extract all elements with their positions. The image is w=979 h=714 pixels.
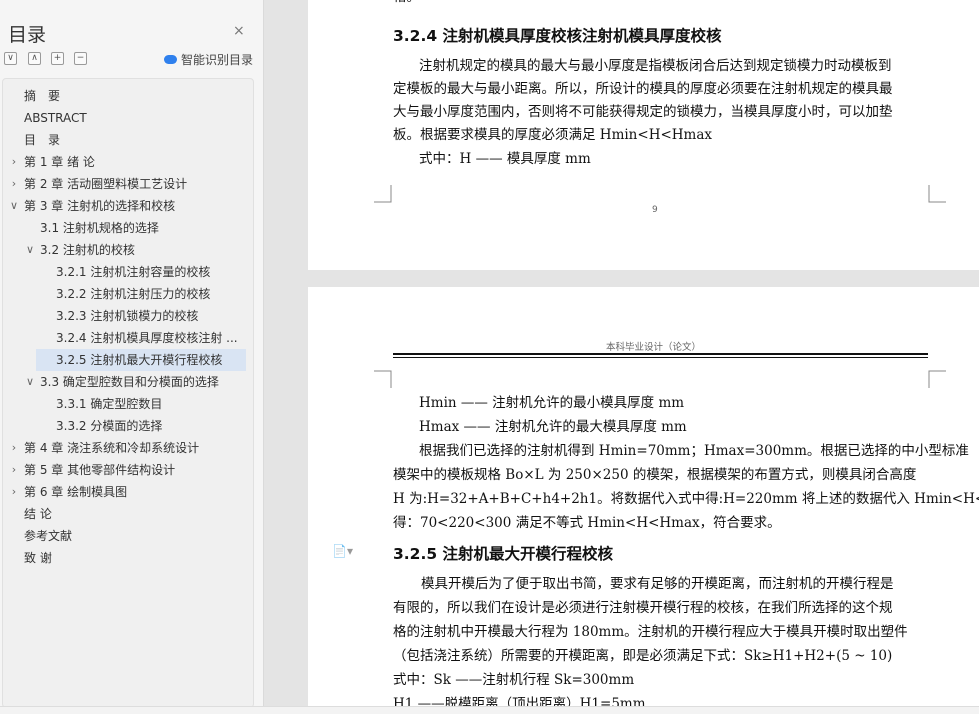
paragraph-line: 模架中的模板规格 Bo×L 为 250×250 的模架，根据模架的布置方式，则模… xyxy=(393,467,917,483)
page-header: 本科毕业设计（论文） xyxy=(606,342,702,353)
page-corner-mark xyxy=(928,185,946,203)
toc-item[interactable]: 参考文献 xyxy=(3,525,253,547)
toc-item[interactable]: › 第 5 章 其他零部件结构设计 xyxy=(3,459,253,481)
toc-item-label: 致 谢 xyxy=(24,551,52,565)
toc-item-label: 3.3.2 分模面的选择 xyxy=(56,419,163,433)
toc-item[interactable]: ∨ 3.3 确定型腔数目和分模面的选择 xyxy=(3,371,253,393)
toc-item[interactable]: 摘 要 xyxy=(3,85,253,107)
paragraph-line: H 为:H=32+A+B+C+h4+2h1。将数据代入式中得:H=220mm 将… xyxy=(393,491,979,507)
toc-item-label: 结 论 xyxy=(24,507,52,521)
toc-item[interactable]: ∨ 第 3 章 注射机的选择和校核 xyxy=(3,195,253,217)
toc-item[interactable]: 3.2.3 注射机锁模力的校核 xyxy=(3,305,253,327)
toc-item[interactable]: 3.2.4 注射机模具厚度校核注射 ... xyxy=(3,327,253,349)
chevron-right-icon[interactable]: › xyxy=(9,151,19,173)
paragraph-line: 有限的，所以我们在设计是必须进行注射模开模行程的校核，在我们所选择的这个规 xyxy=(393,600,893,616)
toc-item[interactable]: ABSTRACT xyxy=(3,107,253,129)
header-rule xyxy=(393,357,928,358)
header-rule xyxy=(393,353,928,355)
toc-item-label: 3.3.1 确定型腔数目 xyxy=(56,397,163,411)
close-icon[interactable]: × xyxy=(233,24,245,38)
toc-item-label: 第 4 章 浇注系统和冷却系统设计 xyxy=(24,441,200,455)
paragraph-line: （包括浇注系统）所需要的开模距离，即是必须满足下式：Sk≥H1+H2+(5 ~ … xyxy=(393,648,893,664)
toc-item-label: 3.2.5 注射机最大开模行程校核 xyxy=(56,353,223,367)
toc-item[interactable]: 3.3.2 分模面的选择 xyxy=(3,415,253,437)
toc-item-label: 第 2 章 活动圈塑料模工艺设计 xyxy=(24,177,188,191)
toc-item[interactable]: 3.3.1 确定型腔数目 xyxy=(3,393,253,415)
paragraph-line: 式中：Sk ——注射机行程 Sk=300mm xyxy=(393,672,635,688)
toc-item[interactable]: › 第 4 章 浇注系统和冷却系统设计 xyxy=(3,437,253,459)
section-heading-3-2-5: 3.2.5 注射机最大开模行程校核 xyxy=(393,545,614,563)
page-corner-mark xyxy=(374,185,392,203)
paragraph-line: 模具开模后为了便于取出书简，要求有足够的开模距离，而注射机的开模行程是 xyxy=(421,576,894,592)
chevron-right-icon[interactable]: › xyxy=(9,173,19,195)
toc-item-label: 3.2.3 注射机锁模力的校核 xyxy=(56,309,199,323)
toc-item[interactable]: › 第 6 章 绘制模具图 xyxy=(3,481,253,503)
page-text-fragment: 格。 xyxy=(393,0,420,9)
toc-sidebar: 目录 × ∨ ∧ + − 智能识别目录 摘 要 ABSTRACT 目 录 › 第 1 章… xyxy=(0,0,264,713)
chevron-down-icon[interactable]: ∨ xyxy=(25,239,35,261)
paragraph-line: 根据我们已选择的注射机得到 Hmin=70mm；Hmax=300mm。根据已选择… xyxy=(419,443,969,459)
toc-item-label: 参考文献 xyxy=(24,529,73,543)
smart-recognize-toc-button[interactable]: 智能识别目录 xyxy=(164,51,253,68)
section-heading-3-2-4: 3.2.4 注射机模具厚度校核注射机模具厚度校核 xyxy=(393,27,722,45)
page-10: 本科毕业设计（论文） Hmin —— 注射机允许的最小模具厚度 mm Hmax … xyxy=(308,287,979,713)
toc-item-label: 3.2.4 注射机模具厚度校核注射 ... xyxy=(56,331,238,345)
chevron-right-icon[interactable]: › xyxy=(9,481,19,503)
toc-item[interactable]: 3.1 注射机规格的选择 xyxy=(3,217,253,239)
paragraph-line: 大与最小厚度范围内，否则将不可能获得规定的锁模力，当模具厚度小时，可以加垫 xyxy=(393,104,893,120)
toc-item-label: 3.2 注射机的校核 xyxy=(40,243,135,257)
toc-item[interactable]: ∨ 3.2 注射机的校核 xyxy=(3,239,253,261)
toc-list: 摘 要 ABSTRACT 目 录 › 第 1 章 绪 论 › 第 2 章 活动圈塑料模工艺设… xyxy=(2,78,254,708)
chevron-down-icon[interactable]: ∨ xyxy=(9,195,19,217)
remove-entry-icon[interactable]: − xyxy=(74,52,87,65)
cloud-icon xyxy=(164,55,177,64)
toc-item-label: 第 6 章 绘制模具图 xyxy=(24,485,128,499)
paragraph-line: 注射机规定的模具的最大与最小厚度是指模板闭合后达到规定锁模力时动模板到 xyxy=(419,58,892,74)
paragraph-line: Hmax —— 注射机允许的最大模具厚度 mm xyxy=(419,419,687,435)
paragraph-line: 格的注射机中开模最大行程为 180mm。注射机的开模行程应大于模具开模时取出塑件 xyxy=(393,624,908,640)
paragraph-note-icon[interactable]: 📄▾ xyxy=(332,544,353,558)
toc-item-label: 第 1 章 绪 论 xyxy=(24,155,95,169)
chevron-down-icon[interactable]: ∨ xyxy=(25,371,35,393)
toc-item-label: 第 3 章 注射机的选择和校核 xyxy=(24,199,176,213)
toc-toolbar: ∨ ∧ + − 智能识别目录 xyxy=(4,52,254,68)
toc-item[interactable]: 结 论 xyxy=(3,503,253,525)
chevron-right-icon[interactable]: › xyxy=(9,459,19,481)
page-corner-mark xyxy=(928,370,946,388)
page-number: 9 xyxy=(652,205,658,215)
paragraph-line: Hmin —— 注射机允许的最小模具厚度 mm xyxy=(419,395,685,411)
toc-item[interactable]: › 第 1 章 绪 论 xyxy=(3,151,253,173)
add-entry-icon[interactable]: + xyxy=(51,52,64,65)
toc-item-label: ABSTRACT xyxy=(24,111,87,125)
toc-item[interactable]: 致 谢 xyxy=(3,547,253,569)
toc-item-label: 3.1 注射机规格的选择 xyxy=(40,221,159,235)
toc-title: 目录 xyxy=(8,24,47,46)
page-corner-mark xyxy=(374,370,392,388)
expand-all-icon[interactable]: ∧ xyxy=(28,52,41,65)
toc-item-label: 3.3 确定型腔数目和分模面的选择 xyxy=(40,375,219,389)
page-9: 格。 3.2.4 注射机模具厚度校核注射机模具厚度校核 注射机规定的模具的最大与… xyxy=(308,0,979,270)
document-area[interactable]: 格。 3.2.4 注射机模具厚度校核注射机模具厚度校核 注射机规定的模具的最大与… xyxy=(264,0,979,713)
toc-item-label: 摘 要 xyxy=(24,89,61,103)
paragraph-line: 定模板的最大与最小距离。所以，所设计的模具的厚度必须要在注射机规定的模具最 xyxy=(393,81,893,97)
chevron-right-icon[interactable]: › xyxy=(9,437,19,459)
toc-item-label: 第 5 章 其他零部件结构设计 xyxy=(24,463,176,477)
paragraph-line: 板。根据要求模具的厚度必须满足 Hmin<H<Hmax xyxy=(393,127,713,143)
toc-item[interactable]: 3.2.1 注射机注射容量的校核 xyxy=(3,261,253,283)
toc-item[interactable]: › 第 2 章 活动圈塑料模工艺设计 xyxy=(3,173,253,195)
collapse-all-icon[interactable]: ∨ xyxy=(4,52,17,65)
toc-item-label: 目 录 xyxy=(24,133,61,147)
toc-item[interactable]: 3.2.5 注射机最大开模行程校核 xyxy=(36,349,246,371)
toc-item[interactable]: 目 录 xyxy=(3,129,253,151)
paragraph-line: 式中：H —— 模具厚度 mm xyxy=(419,151,591,167)
smart-recognize-label: 智能识别目录 xyxy=(181,53,254,67)
toc-item-label: 3.2.1 注射机注射容量的校核 xyxy=(56,265,211,279)
toc-item[interactable]: 3.2.2 注射机注射压力的校核 xyxy=(3,283,253,305)
toc-item-label: 3.2.2 注射机注射压力的校核 xyxy=(56,287,211,301)
paragraph-line: 得：70<220<300 满足不等式 Hmin<H<Hmax，符合要求。 xyxy=(393,515,781,531)
